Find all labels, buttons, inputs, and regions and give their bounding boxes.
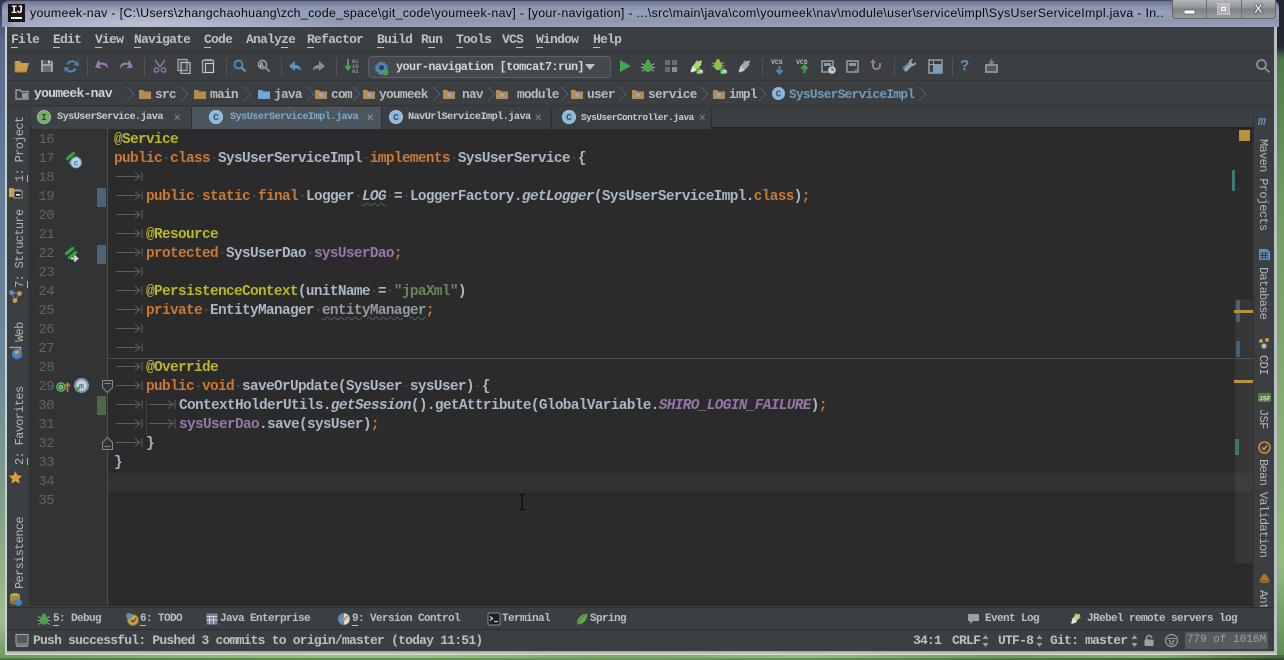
svg-text:JSF: JSF <box>1259 396 1271 403</box>
svg-text:m: m <box>1257 114 1266 128</box>
svg-text:JR: JR <box>697 69 703 75</box>
svg-text:01: 01 <box>352 68 359 75</box>
svg-text:VCS: VCS <box>796 59 808 66</box>
svg-text:VCS: VCS <box>771 59 783 66</box>
svg-text:C: C <box>776 90 782 100</box>
svg-text:c: c <box>74 160 79 169</box>
svg-text:JR: JR <box>721 69 727 75</box>
